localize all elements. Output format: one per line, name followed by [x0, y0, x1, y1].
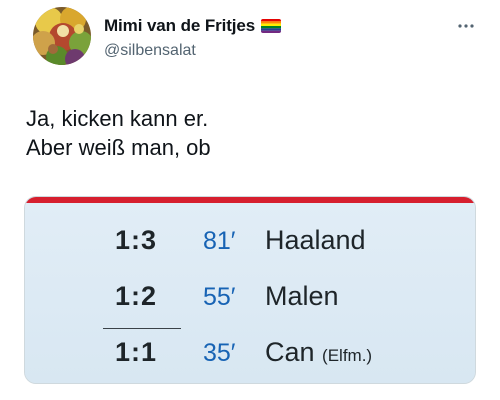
goal-row: 1:2 55′ Malen: [25, 281, 475, 331]
goal-player: Haaland: [265, 225, 366, 256]
tweet-text-line: Ja, kicken kann er.: [26, 106, 209, 131]
goal-minute: 81′: [203, 227, 236, 255]
goal-minute: 35′: [203, 339, 236, 367]
media-image[interactable]: 1:3 81′ Haaland 1:2 55′ Malen 1:1 35′ Ca…: [24, 196, 476, 384]
more-options-icon[interactable]: [456, 18, 476, 28]
display-name[interactable]: Mimi van de Fritjes: [104, 16, 255, 36]
goal-player: Malen: [265, 281, 339, 312]
user-name-row: Mimi van de Fritjes: [104, 16, 282, 36]
goal-minute: 55′: [203, 283, 236, 311]
tweet-text-line: Aber weiß man, ob: [26, 135, 211, 160]
goal-score: 1:3: [115, 225, 158, 255]
goal-player: Can (Elfm.): [265, 337, 372, 368]
user-handle[interactable]: @silbensalat: [104, 42, 196, 60]
goal-note: (Elfm.): [322, 346, 373, 365]
rainbow-flag-icon: [261, 19, 282, 33]
goal-row: 1:3 81′ Haaland: [25, 225, 475, 275]
score-divider: [103, 328, 181, 329]
avatar-image: [33, 7, 91, 65]
goal-player-name: Haaland: [265, 225, 366, 255]
tweet: Mimi van de Fritjes @silbensalat Ja, kic…: [0, 0, 500, 400]
tweet-text: Ja, kicken kann er. Aber weiß man, ob: [26, 104, 486, 162]
goal-player-name: Can: [265, 337, 315, 367]
goal-score: 1:1: [115, 337, 158, 367]
goal-score: 1:2: [115, 281, 158, 311]
goal-row: 1:1 35′ Can (Elfm.): [25, 337, 475, 383]
goal-player-name: Malen: [265, 281, 339, 311]
scoreboard: 1:3 81′ Haaland 1:2 55′ Malen 1:1 35′ Ca…: [25, 203, 475, 383]
avatar[interactable]: [33, 7, 91, 65]
